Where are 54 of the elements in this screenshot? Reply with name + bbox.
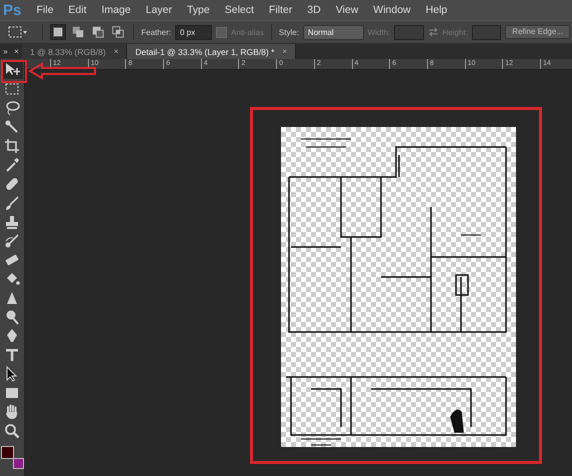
pointing-arrow — [28, 62, 98, 80]
selection-mode-button[interactable] — [90, 24, 106, 40]
menu-item[interactable]: Filter — [261, 4, 300, 16]
color-swatch[interactable] — [1, 446, 14, 459]
feather-field[interactable]: 0 px — [175, 24, 212, 40]
swap-arrows-icon[interactable] — [428, 27, 438, 37]
menu-item[interactable]: Edit — [60, 4, 94, 16]
highlight-box — [1, 60, 27, 83]
menu-item[interactable]: 3D — [300, 4, 328, 16]
menu-item[interactable]: Window — [366, 4, 418, 16]
marquee-tool-icon — [4, 81, 20, 97]
menu-item[interactable]: Layer — [138, 4, 180, 16]
menu-item[interactable]: Image — [94, 4, 138, 16]
close-tab-button[interactable]: × — [282, 47, 288, 56]
selection-mode-icon — [51, 25, 66, 39]
app-logo: Ps — [2, 2, 22, 18]
close-tab-button[interactable]: × — [114, 47, 118, 56]
selection-mode-button[interactable] — [110, 24, 126, 40]
document-tab[interactable]: Detail-1 @ 33.3% (Layer 1, RGB/8) * × — [127, 44, 296, 59]
dodge-tool-icon — [4, 309, 20, 325]
selection-mode-icon — [111, 25, 126, 39]
move-tool-icon — [4, 62, 20, 78]
selection-mode-icon — [91, 25, 106, 39]
stamp-tool-icon — [4, 214, 20, 230]
hand-tool-icon — [4, 404, 20, 420]
style-dropdown[interactable]: Normal — [302, 24, 364, 40]
selection-mode-button[interactable] — [70, 24, 86, 40]
refine-edge-button[interactable]: Refine Edge... — [505, 25, 570, 39]
document-tab[interactable]: 1 @ 8.33% (RGB/8) × — [22, 44, 128, 59]
color-swatch[interactable] — [13, 458, 24, 469]
type-tool-icon — [4, 347, 20, 363]
lasso-tool-icon — [4, 100, 20, 116]
zoom-tool-icon — [4, 423, 20, 439]
panel-control[interactable]: × — [11, 44, 22, 59]
marquee-preset-icon[interactable] — [8, 25, 28, 39]
height-field[interactable] — [472, 24, 502, 40]
brush-tool-icon — [4, 195, 20, 211]
width-field[interactable] — [394, 24, 424, 40]
feather-label: Feather: — [141, 28, 171, 36]
selection-mode-button[interactable] — [50, 24, 66, 40]
menu-item[interactable]: Type — [179, 4, 218, 16]
style-label: Style: — [278, 28, 299, 36]
wand-tool-icon — [4, 119, 20, 135]
eyedropper-tool-icon — [4, 157, 20, 173]
menu-item[interactable]: Select — [217, 4, 262, 16]
history-tool-icon — [4, 233, 20, 249]
menu-item[interactable]: File — [29, 4, 61, 16]
path-tool-icon — [4, 366, 20, 382]
crop-tool-icon — [4, 138, 20, 154]
selection-mode-icon — [71, 25, 86, 39]
menu-item[interactable]: View — [328, 4, 366, 16]
rectangle-tool-icon — [4, 385, 20, 401]
panel-control[interactable]: » — [0, 44, 11, 59]
menu-item[interactable]: Help — [418, 4, 455, 16]
